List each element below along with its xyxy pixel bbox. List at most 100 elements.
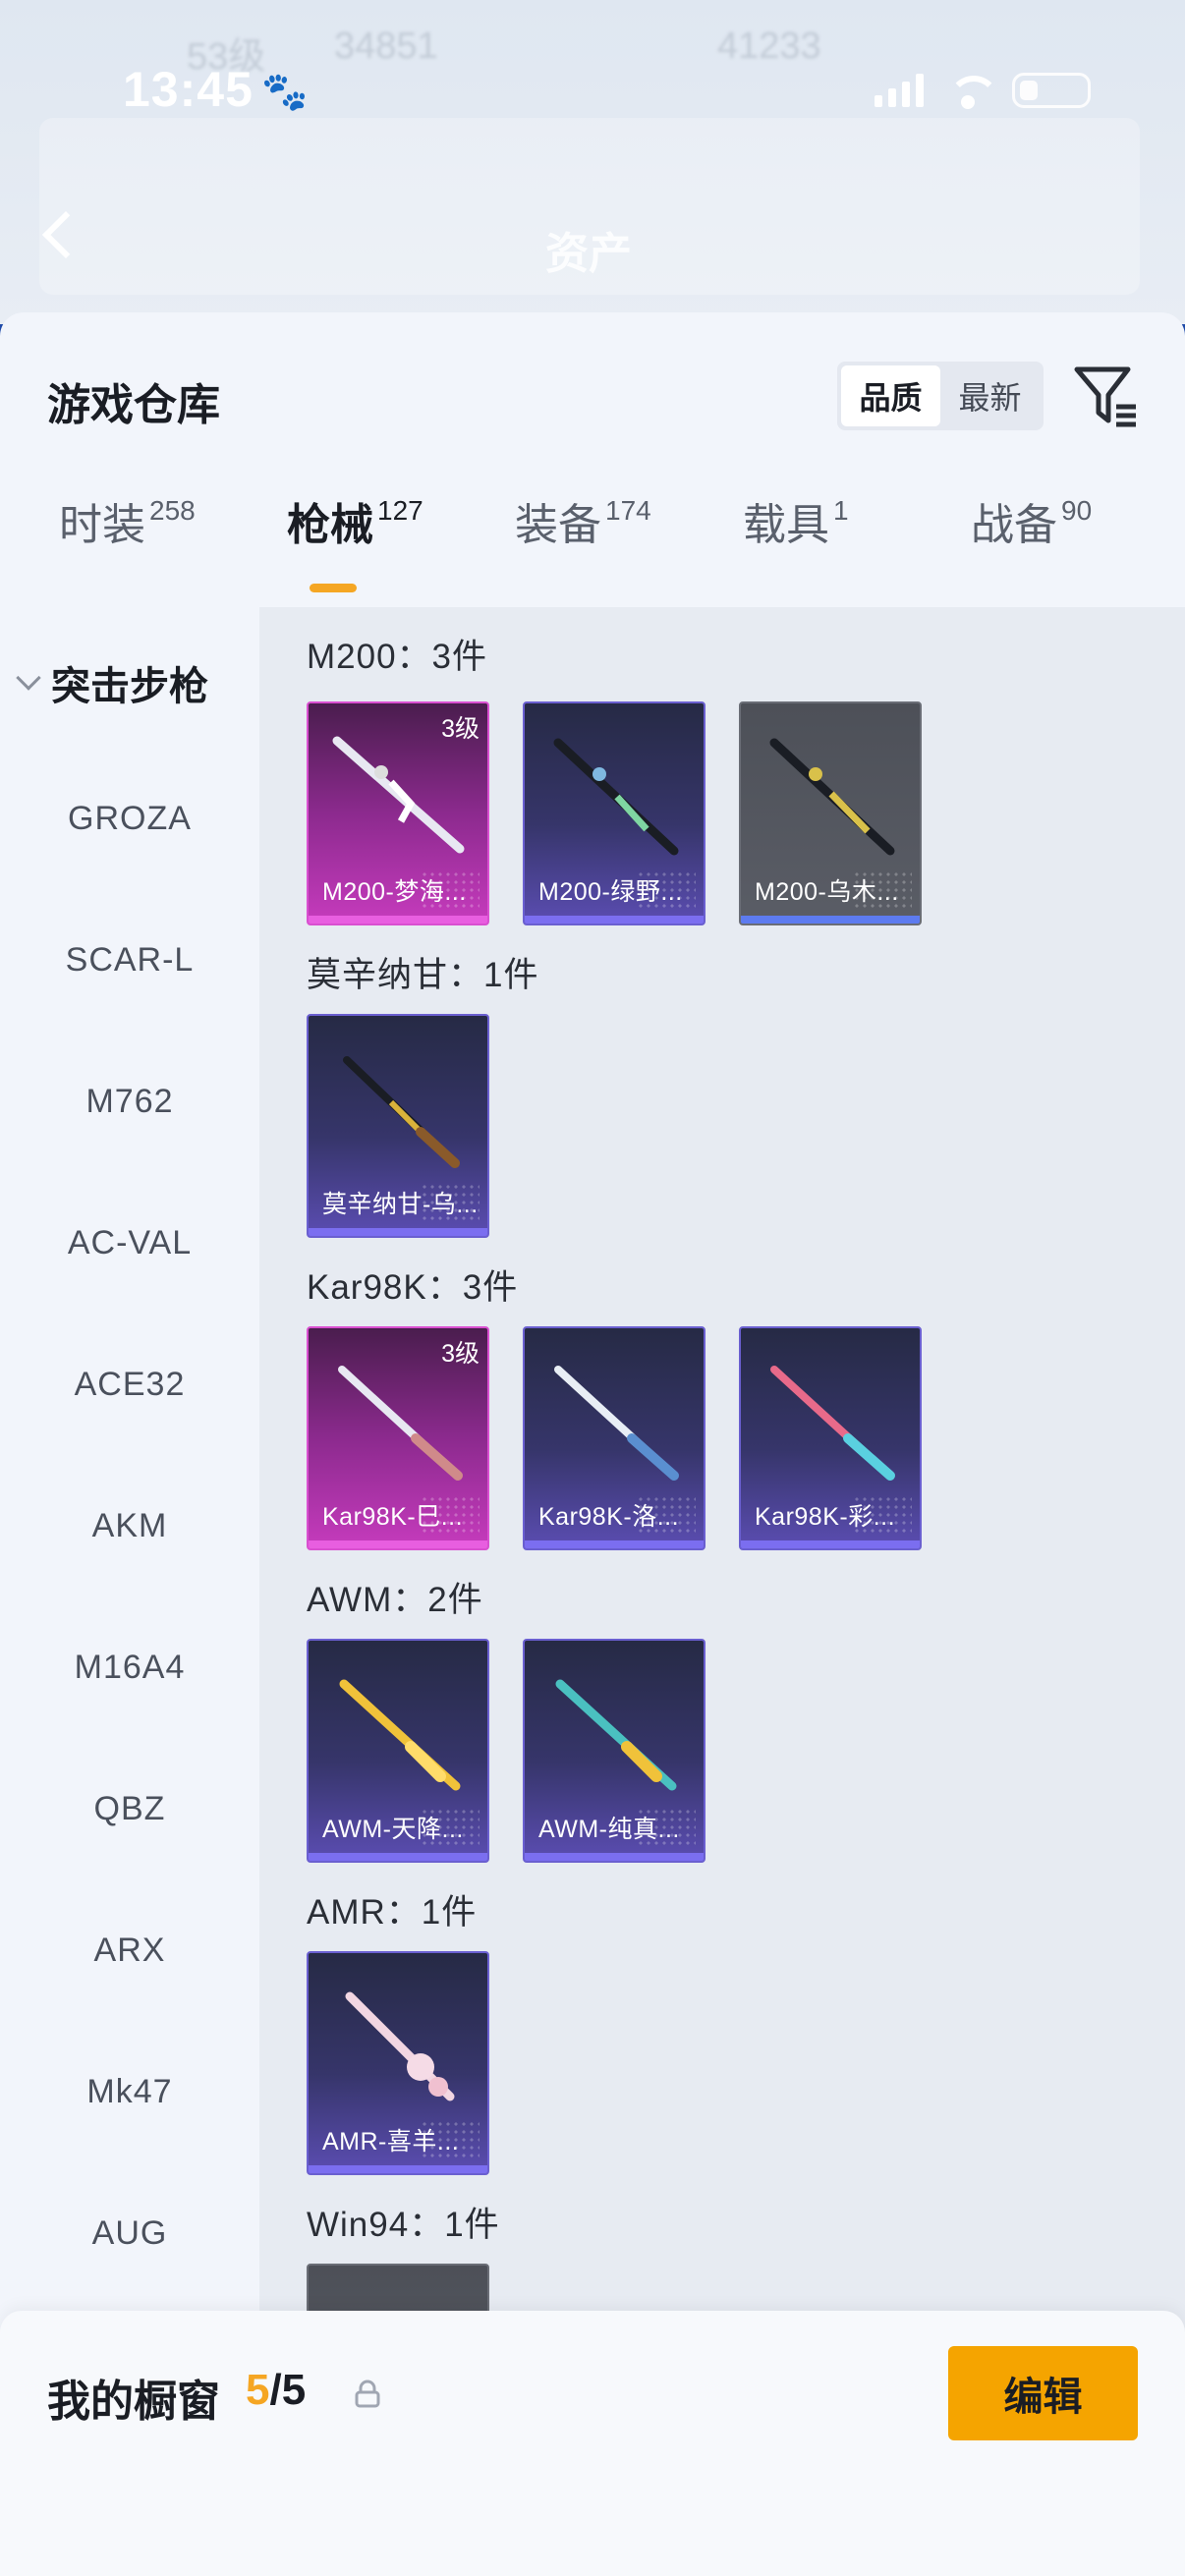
weapon-grid: M200：3件 3级 M200-梦海... M200-绿野... M200-乌木… xyxy=(259,607,1185,2576)
weapon-card-awm-1[interactable]: AWM-天降... xyxy=(307,1639,489,1863)
signal-icon xyxy=(875,74,924,107)
wifi-icon xyxy=(945,74,999,109)
status-indicators xyxy=(875,73,1091,109)
showcase-label: 我的橱窗 xyxy=(47,2378,220,2426)
group-title-mosin: 莫辛纳甘：1件 xyxy=(307,956,539,994)
showcase-panel: 我的橱窗 5/5 编辑 xyxy=(0,2311,1185,2576)
battery-icon xyxy=(1012,73,1091,108)
sidebar-item-groza[interactable]: GROZA xyxy=(0,800,259,838)
ghost-score-text: 34851 xyxy=(334,26,438,67)
card-name: M200-乌木... xyxy=(755,878,899,906)
tab-equipment[interactable]: 装备 174 xyxy=(515,491,651,560)
rifle-icon xyxy=(345,1991,455,2101)
rifle-icon xyxy=(555,1679,677,1791)
lock-icon xyxy=(355,2380,380,2408)
group-title-awm: AWM：2件 xyxy=(307,1581,483,1619)
sidebar-item-m16a4[interactable]: M16A4 xyxy=(0,1649,259,1687)
rarity-bar xyxy=(309,916,487,924)
sidebar-category-label: 突击步枪 xyxy=(51,665,208,708)
showcase-current: 5 xyxy=(246,2366,270,2414)
rifle-icon xyxy=(332,736,465,854)
sidebar-item-mk47[interactable]: Mk47 xyxy=(0,2073,259,2111)
sidebar-item-akm[interactable]: AKM xyxy=(0,1507,259,1545)
tab-count: 90 xyxy=(1061,495,1093,526)
tab-count: 127 xyxy=(377,495,423,526)
card-name: Kar98K-彩... xyxy=(755,1503,896,1531)
weapon-card-awm-2[interactable]: AWM-纯真... xyxy=(523,1639,705,1863)
tab-label: 载具 xyxy=(743,501,829,549)
rarity-bar xyxy=(309,1228,487,1236)
weapon-type-sidebar: 突击步枪 GROZA SCAR-L M762 AC-VAL ACE32 AKM … xyxy=(0,607,259,2576)
card-name: AWM-天降... xyxy=(322,1816,464,1843)
weapon-card-m200-2[interactable]: M200-绿野... xyxy=(523,701,705,925)
tab-count: 258 xyxy=(149,495,196,526)
rifle-icon xyxy=(769,738,895,856)
edit-button[interactable]: 编辑 xyxy=(948,2346,1138,2440)
rarity-bar xyxy=(525,1853,704,1861)
filter-icon[interactable] xyxy=(1071,362,1140,430)
group-title-m200: M200：3件 xyxy=(307,638,488,676)
weapon-card-kar98k-3[interactable]: Kar98K-彩... xyxy=(739,1326,922,1550)
sort-toggle: 品质 最新 xyxy=(837,362,1044,430)
tab-gear[interactable]: 战备 90 xyxy=(971,491,1092,560)
rifle-icon xyxy=(554,1366,679,1481)
warehouse-sheet: 游戏仓库 品质 最新 时装 258 枪械 127 装备 174 载具 1 战备 … xyxy=(0,312,1185,2576)
tab-label: 战备 xyxy=(971,501,1057,549)
sidebar-item-aug[interactable]: AUG xyxy=(0,2214,259,2253)
card-name: 莫辛纳甘-乌... xyxy=(322,1191,479,1218)
tab-label: 时装 xyxy=(59,501,145,549)
rifle-icon xyxy=(338,1366,463,1481)
rifle-icon xyxy=(770,1366,895,1481)
sort-option-newest[interactable]: 最新 xyxy=(940,365,1040,426)
tab-vehicles[interactable]: 载具 1 xyxy=(743,491,849,560)
rarity-bar xyxy=(525,916,704,924)
tab-fashion[interactable]: 时装 258 xyxy=(59,491,196,560)
status-time: 13:45 xyxy=(123,62,254,117)
rarity-bar xyxy=(741,1540,920,1548)
card-level-badge: 3级 xyxy=(441,715,480,743)
weapon-card-m200-3[interactable]: M200-乌木... xyxy=(739,701,922,925)
sidebar-item-qbz[interactable]: QBZ xyxy=(0,1790,259,1828)
group-title-kar98k: Kar98K：3件 xyxy=(307,1268,519,1307)
rifle-icon xyxy=(553,738,679,856)
rarity-bar xyxy=(525,1540,704,1548)
rarity-bar xyxy=(309,1853,487,1861)
sidebar-item-arx[interactable]: ARX xyxy=(0,1932,259,1970)
sort-option-quality[interactable]: 品质 xyxy=(841,365,940,426)
card-name: AWM-纯真... xyxy=(538,1816,680,1843)
rifle-icon xyxy=(339,1679,461,1791)
page-title: 游戏仓库 xyxy=(47,381,220,429)
background-page-title: 资产 xyxy=(545,230,632,278)
sidebar-item-ac-val[interactable]: AC-VAL xyxy=(0,1224,259,1262)
tab-label: 枪械 xyxy=(287,501,373,549)
paw-icon: 🐾 xyxy=(261,72,309,113)
tab-label: 装备 xyxy=(515,501,601,549)
weapon-card-amr-1[interactable]: AMR-喜羊... xyxy=(307,1951,489,2175)
sidebar-item-ace32[interactable]: ACE32 xyxy=(0,1366,259,1404)
showcase-count: 5/5 xyxy=(246,2366,306,2415)
sidebar-item-scar-l[interactable]: SCAR-L xyxy=(0,941,259,980)
card-name: M200-梦海... xyxy=(322,878,467,906)
weapon-card-kar98k-1[interactable]: 3级 Kar98K-巳... xyxy=(307,1326,489,1550)
tab-firearms[interactable]: 枪械 127 xyxy=(287,491,423,560)
group-title-win94: Win94：1件 xyxy=(307,2206,500,2244)
group-title-amr: AMR：1件 xyxy=(307,1893,478,1932)
weapon-card-kar98k-2[interactable]: Kar98K-洛... xyxy=(523,1326,705,1550)
tab-count: 174 xyxy=(605,495,651,526)
rarity-bar xyxy=(741,916,920,924)
active-tab-indicator xyxy=(310,584,357,592)
card-name: M200-绿野... xyxy=(538,878,683,906)
background-header: 53级 34851 41233 13:45 🐾 资产 xyxy=(0,0,1185,324)
tab-count: 1 xyxy=(833,495,849,526)
showcase-total: /5 xyxy=(269,2366,307,2414)
chevron-down-icon xyxy=(16,665,41,691)
card-name: Kar98K-巳... xyxy=(322,1503,464,1531)
card-name: Kar98K-洛... xyxy=(538,1503,680,1531)
weapon-card-mosin-1[interactable]: 莫辛纳甘-乌... xyxy=(307,1014,489,1238)
card-name: AMR-喜羊... xyxy=(322,2128,460,2156)
sidebar-item-m762[interactable]: M762 xyxy=(0,1083,259,1121)
rarity-bar xyxy=(309,2165,487,2173)
ghost-points-text: 41233 xyxy=(717,26,821,67)
weapon-card-m200-1[interactable]: 3级 M200-梦海... xyxy=(307,701,489,925)
sidebar-category-assault-rifle[interactable]: 突击步枪 xyxy=(16,654,208,711)
